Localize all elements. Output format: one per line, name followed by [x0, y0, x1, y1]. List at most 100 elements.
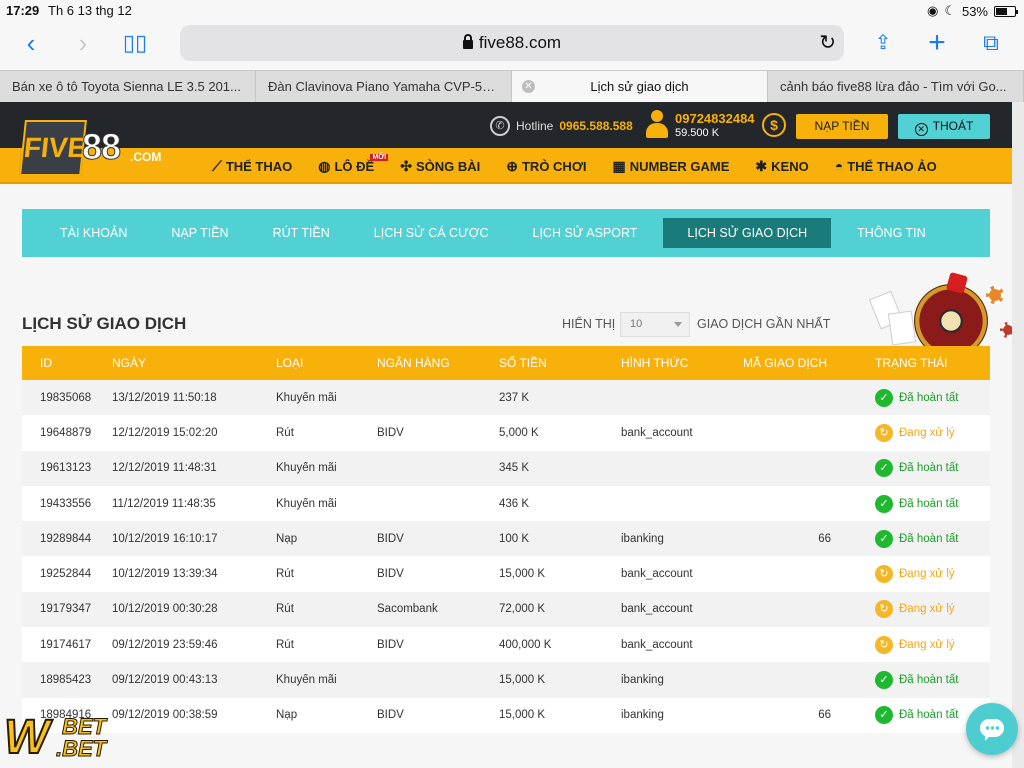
tab-lich-su-ca-cuoc[interactable]: LỊCH SỬ CÁ CƯỢC — [356, 218, 507, 248]
header-status: TRẠNG THÁI — [875, 356, 948, 370]
cell-type: Nạp — [276, 709, 298, 722]
cell-bank: BIDV — [377, 426, 404, 439]
main-nav: ⟋ THỂ THAO ◍ LÔ ĐỀ MỚI ✣ SÒNG BÀI ⊕ TRÒ CHƠI … — [212, 148, 937, 184]
status-cell: ↻ Đang xử lý — [859, 565, 990, 584]
browser-tab[interactable]: Bán xe ô tô Toyota Sienna LE 3.5 201... — [0, 71, 256, 102]
tab-rut-tien[interactable]: RÚT TIỀN — [255, 218, 348, 248]
browser-tab-label: Lịch sử giao dịch — [590, 79, 689, 94]
browser-tab[interactable]: cảnh báo five88 lừa đảo - Tìm với Go... — [768, 71, 1024, 102]
whistle-icon: ⟋ — [212, 157, 222, 174]
status-time: 17:29 — [6, 3, 40, 18]
deposit-button[interactable]: NẠP TIỀN — [796, 114, 888, 139]
chat-button[interactable] — [966, 703, 1018, 755]
logo-five: FIVE — [19, 120, 88, 176]
user-balance: 59.500 K — [675, 127, 720, 139]
tab-lich-su-giao-dich[interactable]: LỊCH SỬ GIAO DỊCH — [663, 218, 832, 248]
share-icon[interactable]: ⇪ — [868, 28, 898, 58]
logo-com: .COM — [130, 150, 162, 164]
table-body: 19835068 13/12/2019 11:50:18 Khuyến mãi 237… — [22, 380, 990, 733]
status-cell: ✓ Đã hoàn tất — [859, 388, 990, 407]
table-row: 19835068 13/12/2019 11:50:18 Khuyến mãi 237… — [22, 380, 990, 416]
tabs-overview-icon[interactable]: ⧉ — [976, 28, 1006, 58]
hotline-label: Hotline — [516, 119, 554, 133]
bookmarks-icon[interactable]: ▯▯ — [120, 28, 150, 58]
cell-id: 19289844 — [40, 532, 92, 545]
status-cell: ↻ Đang xử lý — [859, 423, 990, 442]
nav-label: THỂ THAO ẢO — [847, 158, 937, 174]
status-text: Đang xử lý — [899, 603, 955, 616]
back-icon[interactable]: ‹ — [16, 28, 46, 58]
page-size-select[interactable]: 10 — [620, 312, 690, 337]
table-row: 18985423 09/12/2019 00:43:13 Khuyến mãi 15,… — [22, 662, 990, 698]
tab-lich-su-asport[interactable]: LỊCH SỬ ASPORT — [515, 218, 656, 248]
check-circle-icon: ✓ — [875, 706, 893, 725]
cell-amount: 15,000 K — [499, 709, 546, 722]
nav-label: KENO — [771, 158, 809, 174]
header-amount: SỐ TIỀN — [499, 356, 547, 370]
nav-the-thao[interactable]: ⟋ THỂ THAO — [212, 158, 292, 175]
logout-label: THOÁT — [932, 119, 974, 133]
close-tab-icon[interactable]: ✕ — [522, 80, 535, 93]
chips-icon: ✣ — [400, 157, 412, 174]
wbet-watermark-logo: W BET .BET — [3, 710, 116, 766]
nav-song-bai[interactable]: ✣ SÒNG BÀI — [400, 158, 480, 175]
status-cell: ↻ Đang xử lý — [859, 600, 990, 619]
status-cell: ✓ Đã hoàn tất — [859, 529, 990, 548]
new-tab-icon[interactable]: + — [922, 28, 952, 58]
status-text: Đã hoàn tất — [899, 462, 959, 475]
keno-icon: ✱ — [755, 157, 768, 174]
nav-label: THỂ THAO — [225, 158, 293, 174]
globe-icon: ◍ — [318, 157, 331, 174]
reload-icon[interactable]: ↻ — [819, 25, 836, 61]
nav-label: NUMBER GAME — [629, 158, 730, 174]
browser-tab[interactable]: Đàn Clavinova Piano Yamaha CVP-50... — [256, 71, 512, 102]
cell-method: ibanking — [621, 532, 664, 545]
status-text: Đã hoàn tất — [899, 674, 959, 687]
tab-nap-tien[interactable]: NẠP TIỀN — [153, 218, 246, 248]
show-label: HIỂN THỊ — [562, 317, 616, 331]
watermark-dotbet: .BET — [55, 736, 107, 762]
cell-amount: 15,000 K — [499, 674, 546, 687]
nav-keno[interactable]: ✱ KENO — [755, 158, 808, 175]
tab-thong-tin[interactable]: THÔNG TIN — [839, 218, 944, 248]
cell-amount: 15,000 K — [499, 568, 546, 581]
cell-bank: BIDV — [377, 568, 404, 581]
page-scrollbar[interactable] — [1012, 102, 1024, 768]
browser-tab-active[interactable]: ✕ Lịch sử giao dịch — [512, 71, 768, 102]
header-method: HÌNH THỨC — [621, 356, 689, 370]
nav-label: TRÒ CHƠI — [521, 158, 587, 174]
cell-date: 10/12/2019 13:39:34 — [112, 568, 218, 581]
cell-date: 12/12/2019 11:48:31 — [112, 462, 217, 475]
refresh-balance-icon[interactable]: $ — [762, 113, 786, 137]
cell-bank: Sacombank — [377, 603, 438, 616]
playing-card-icon — [887, 310, 917, 346]
cell-type: Rút — [276, 603, 294, 616]
moon-icon: ☾ — [944, 3, 956, 18]
header-bank: NGÂN HÀNG — [377, 356, 450, 370]
cell-type: Khuyến mãi — [276, 497, 337, 510]
five88-logo[interactable]: FIVE 88 .COM — [19, 120, 162, 176]
nav-number-game[interactable]: ▦ NUMBER GAME — [613, 158, 730, 175]
forward-icon[interactable]: › — [68, 28, 98, 58]
cell-date: 10/12/2019 16:10:17 — [112, 532, 218, 545]
cell-id: 19433556 — [40, 497, 92, 510]
cell-type: Nạp — [276, 532, 298, 545]
nav-tro-choi[interactable]: ⊕ TRÒ CHƠI — [506, 158, 586, 175]
check-circle-icon: ✓ — [875, 671, 893, 690]
status-text: Đã hoàn tất — [899, 497, 959, 510]
logout-button[interactable]: ✕ THOÁT — [898, 114, 990, 139]
cell-type: Khuyến mãi — [276, 674, 337, 687]
user-icon — [646, 110, 668, 138]
cell-id: 19613123 — [40, 462, 92, 475]
battery-percent: 53% — [961, 3, 988, 19]
check-circle-icon: ✓ — [875, 529, 893, 548]
nav-the-thao-ao[interactable]: ◓ THỂ THAO ẢO — [835, 158, 937, 174]
logo-88: 88 — [81, 126, 121, 168]
status-cell: ✓ Đã hoàn tất — [859, 459, 990, 478]
address-bar[interactable]: five88.com ↻ — [180, 25, 844, 61]
nav-lo-de[interactable]: ◍ LÔ ĐỀ MỚI — [318, 153, 389, 175]
tab-tai-khoan[interactable]: TÀI KHOẢN — [42, 218, 145, 248]
sync-icon: ↻ — [875, 635, 893, 654]
page-title: LỊCH SỬ GIAO DỊCH — [22, 314, 187, 333]
status-text: Đã hoàn tất — [899, 391, 959, 404]
